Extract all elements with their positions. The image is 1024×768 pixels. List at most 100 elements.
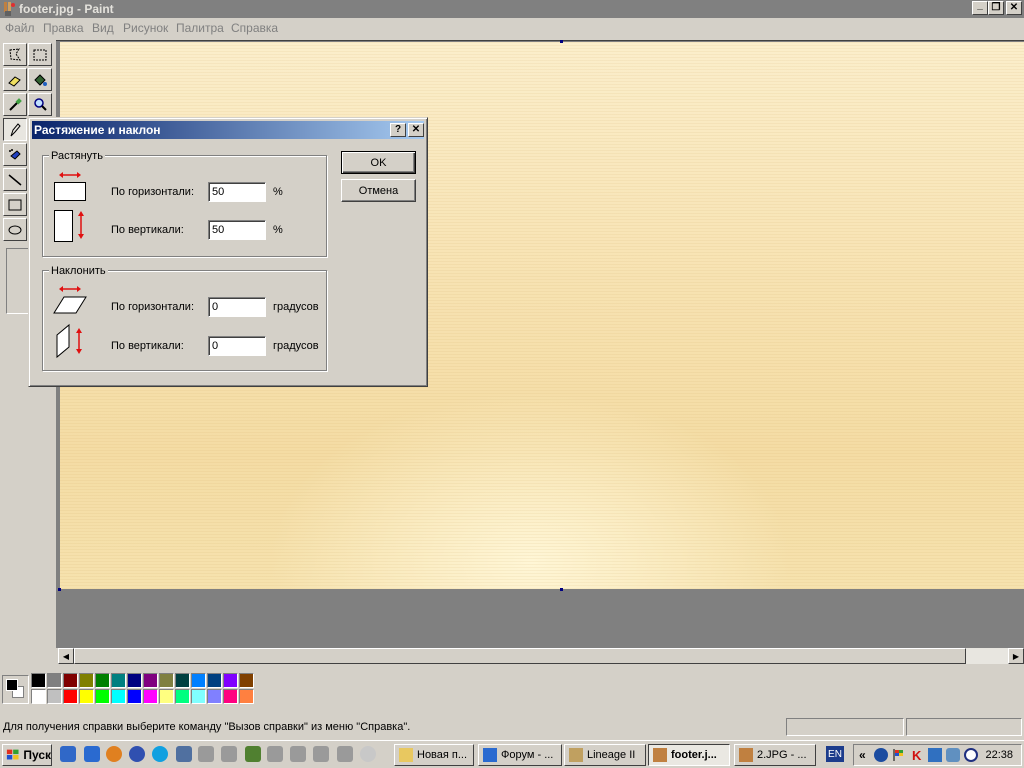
display-icon[interactable] [946, 748, 960, 762]
app-icon[interactable] [176, 746, 192, 762]
ie-icon[interactable] [84, 746, 100, 762]
palette-swatch[interactable] [239, 673, 254, 688]
taskbar-button[interactable]: Новая п... [394, 744, 474, 766]
tool-free-select[interactable] [3, 43, 27, 66]
resize-handle-top[interactable] [560, 40, 563, 43]
tool-fill[interactable] [28, 68, 52, 91]
palette-swatch[interactable] [159, 689, 174, 704]
taskbar-button[interactable]: footer.j... [648, 744, 730, 766]
palette-swatch[interactable] [63, 673, 78, 688]
cd-icon[interactable] [360, 746, 376, 762]
taskbar-button[interactable]: Форум - ... [478, 744, 562, 766]
palette-swatch[interactable] [175, 689, 190, 704]
ok-button[interactable]: OK [341, 151, 416, 174]
resize-handle-bottom[interactable] [560, 588, 563, 591]
shield-icon[interactable] [874, 748, 888, 762]
menu-colors[interactable]: Палитра [176, 21, 224, 35]
skew-vertical-input[interactable] [208, 336, 266, 356]
palette-swatch[interactable] [223, 673, 238, 688]
drive-icon[interactable] [337, 746, 353, 762]
palette-swatch[interactable] [95, 673, 110, 688]
palette-swatch[interactable] [111, 689, 126, 704]
tool-line[interactable] [3, 168, 27, 191]
palette-swatch[interactable] [223, 689, 238, 704]
drive-icon[interactable] [290, 746, 306, 762]
current-colors[interactable] [2, 675, 29, 704]
drive-icon[interactable] [267, 746, 283, 762]
update-icon[interactable] [964, 748, 978, 762]
menu-help[interactable]: Справка [231, 21, 278, 35]
network-icon[interactable] [928, 748, 942, 762]
taskbar-button[interactable]: 2.JPG - ... [734, 744, 816, 766]
skew-horizontal-input[interactable] [208, 297, 266, 317]
status-coords-pane [786, 718, 904, 736]
menu-edit[interactable]: Правка [43, 21, 84, 35]
palette-swatch[interactable] [79, 689, 94, 704]
drive-icon[interactable] [313, 746, 329, 762]
skype-icon[interactable] [152, 746, 168, 762]
minecraft-icon[interactable] [245, 746, 261, 762]
tool-airbrush[interactable] [3, 143, 27, 166]
tool-ellipse[interactable] [3, 218, 27, 241]
stretch-group-label: Растянуть [49, 150, 105, 162]
stretch-horizontal-input[interactable] [208, 182, 266, 202]
paint-icon [739, 748, 753, 762]
palette-swatch[interactable] [207, 689, 222, 704]
palette-swatch[interactable] [175, 673, 190, 688]
horizontal-scrollbar[interactable]: ◀ ▶ [58, 648, 1024, 664]
tool-magnifier[interactable] [28, 93, 52, 116]
tool-rectangle[interactable] [3, 193, 27, 216]
eraser-icon [8, 75, 21, 87]
palette-swatch[interactable] [95, 689, 110, 704]
palette-swatch[interactable] [239, 689, 254, 704]
browser-icon[interactable] [60, 746, 76, 762]
cancel-button[interactable]: Отмена [341, 179, 416, 202]
palette-swatch[interactable] [127, 673, 142, 688]
dialog-close-button[interactable]: ✕ [408, 123, 424, 137]
palette-swatch[interactable] [191, 689, 206, 704]
palette-swatch[interactable] [47, 689, 62, 704]
palette-swatch[interactable] [47, 673, 62, 688]
scroll-left-button[interactable]: ◀ [58, 648, 74, 664]
scroll-right-button[interactable]: ▶ [1008, 648, 1024, 664]
kaspersky-icon[interactable]: K [910, 748, 924, 763]
dialog-title-bar[interactable]: Растяжение и наклон ? ✕ [32, 121, 424, 139]
stretch-vertical-input[interactable] [208, 220, 266, 240]
menu-view[interactable]: Вид [92, 21, 114, 35]
close-button[interactable]: ✕ [1006, 1, 1022, 15]
palette-swatch[interactable] [143, 689, 158, 704]
menu-file[interactable]: Файл [5, 21, 35, 35]
tool-color-picker[interactable] [3, 93, 27, 116]
clock[interactable]: 22:38 [985, 749, 1013, 761]
palette-swatch[interactable] [31, 673, 46, 688]
palette-swatch[interactable] [143, 673, 158, 688]
palette-swatch[interactable] [111, 673, 126, 688]
start-button[interactable]: Пуск [2, 744, 52, 766]
minimize-button[interactable]: _ [972, 0, 988, 15]
player-icon[interactable] [129, 746, 145, 762]
scroll-thumb[interactable] [74, 648, 966, 664]
palette-swatch[interactable] [191, 673, 206, 688]
palette-swatch[interactable] [207, 673, 222, 688]
flag-icon[interactable] [892, 748, 906, 762]
tray-expand-button[interactable]: « [859, 748, 866, 762]
dialog-help-button[interactable]: ? [390, 123, 406, 137]
tool-select[interactable] [28, 43, 52, 66]
tool-pencil[interactable] [3, 118, 27, 141]
drive-icon[interactable] [221, 746, 237, 762]
skew-vertical-unit: градусов [273, 340, 319, 352]
language-indicator[interactable]: EN [826, 746, 844, 762]
title-bar[interactable]: footer.jpg - Paint _ ❐ ✕ [0, 0, 1024, 18]
palette-swatch[interactable] [159, 673, 174, 688]
firefox-icon[interactable] [106, 746, 122, 762]
restore-button[interactable]: ❐ [988, 1, 1004, 15]
tool-eraser[interactable] [3, 68, 27, 91]
palette-swatch[interactable] [79, 673, 94, 688]
palette-swatch[interactable] [127, 689, 142, 704]
menu-image[interactable]: Рисунок [123, 21, 168, 35]
palette-swatch[interactable] [31, 689, 46, 704]
taskbar-button[interactable]: Lineage II [564, 744, 646, 766]
palette-swatch[interactable] [63, 689, 78, 704]
resize-handle-bottom-left[interactable] [58, 588, 61, 591]
drive-icon[interactable] [198, 746, 214, 762]
